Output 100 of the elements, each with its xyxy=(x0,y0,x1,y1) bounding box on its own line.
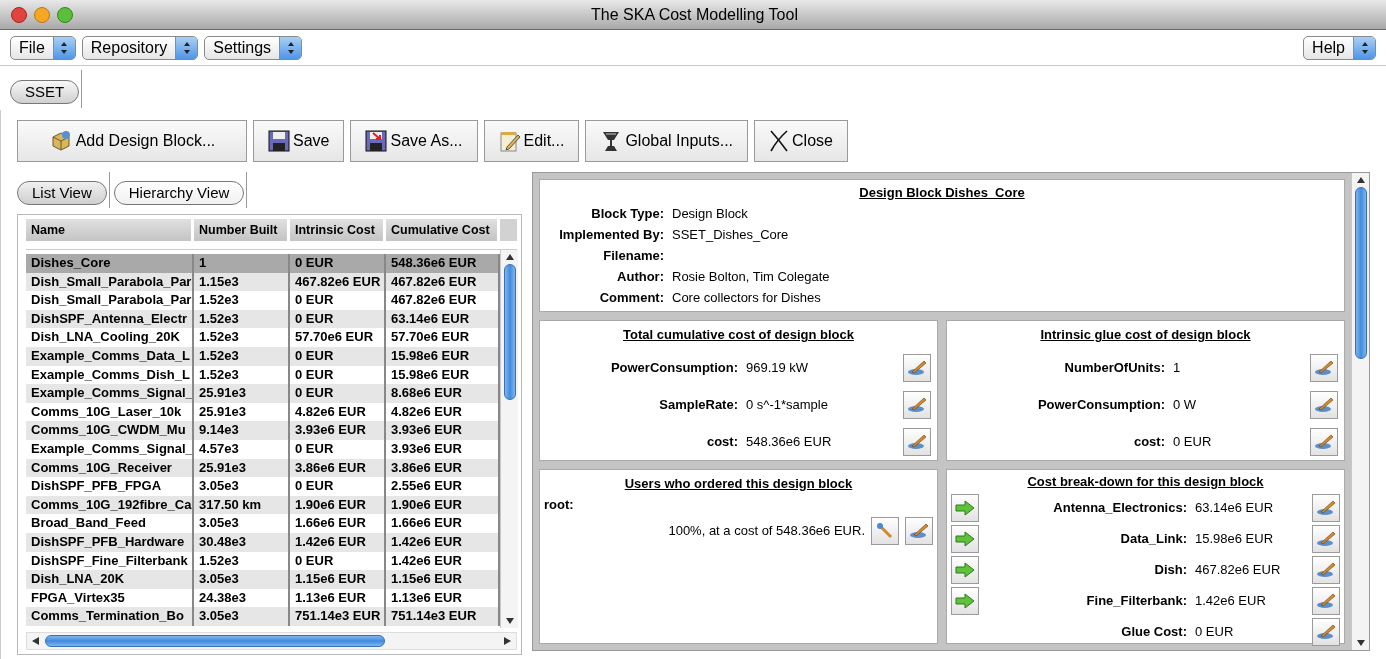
field-label: Implemented By: xyxy=(558,226,665,244)
scroll-thumb[interactable] xyxy=(503,264,516,401)
pen-icon xyxy=(1316,530,1336,548)
edit-button[interactable] xyxy=(1312,525,1340,553)
minimize-window-button[interactable] xyxy=(34,6,50,23)
field-value: 0 EUR xyxy=(1173,432,1212,451)
stepper-arrows-icon xyxy=(1360,40,1369,55)
notepad-pencil-icon xyxy=(498,130,521,152)
pen-icon xyxy=(907,432,927,451)
toolbar-button[interactable]: Save xyxy=(253,120,345,162)
field-label: Comment: xyxy=(598,289,665,307)
stepper-arrows-icon xyxy=(286,40,295,55)
field-value: 467.82e6 EUR xyxy=(1195,561,1281,580)
field-label: NumberOfUnits: xyxy=(1063,358,1166,377)
column-header[interactable]: Cumulative Cost xyxy=(386,219,500,241)
field-label: PowerConsumption: xyxy=(609,358,739,377)
table-row[interactable]: Comms_Termination_Bo 3.05e3 751.14e3 EUR 751.14e3 EUR xyxy=(26,607,500,626)
right-arrow-icon xyxy=(955,500,975,516)
edit-button[interactable] xyxy=(1310,353,1338,382)
toolbar-button[interactable]: Add Design Block... xyxy=(17,120,247,162)
table-row[interactable]: Comms_10G_CWDM_Mu 9.14e3 3.93e6 EUR 3.93e6 EUR xyxy=(26,421,500,440)
table-row[interactable]: Dishes_Core 1 0 EUR 548.36e6 EUR xyxy=(26,254,500,273)
edit-button[interactable] xyxy=(1310,427,1338,456)
field-label: Author: xyxy=(616,268,665,286)
pen-icon xyxy=(1316,623,1336,641)
pen-icon xyxy=(1316,592,1336,610)
field-value: 0 W xyxy=(1173,395,1197,414)
field-label: Antenna_Electronics: xyxy=(1052,499,1188,518)
table-cell: Comms_Termination_Bo xyxy=(26,607,194,626)
pen-icon xyxy=(907,358,927,377)
pen-icon xyxy=(907,395,927,414)
field-value: SSET_Dishes_Core xyxy=(672,226,789,244)
field-label: Filename: xyxy=(602,247,665,265)
field-value: 15.98e6 EUR xyxy=(1195,530,1274,549)
field-value: 1 xyxy=(1173,358,1181,377)
arrow-button[interactable] xyxy=(951,525,979,553)
panel-title: Cost break-down for this design block xyxy=(1027,473,1264,489)
arrow-button[interactable] xyxy=(951,494,979,522)
scroll-thumb[interactable] xyxy=(45,635,385,647)
column-header[interactable]: Intrinsic Cost xyxy=(290,219,386,241)
field-value: 548.36e6 EUR xyxy=(746,432,832,451)
right-arrow-icon xyxy=(955,562,975,578)
field-value: Design Block xyxy=(672,205,748,223)
field-label: Block Type: xyxy=(590,205,665,223)
right-arrow-icon xyxy=(955,593,975,609)
edit-button[interactable] xyxy=(903,353,931,382)
menu-dropdown[interactable]: Repository xyxy=(81,35,199,60)
arrow-button[interactable] xyxy=(951,556,979,584)
stepper-arrows-icon xyxy=(60,40,69,55)
order-text: 100%, at a cost of 548.36e6 EUR. xyxy=(668,521,865,540)
edit-button[interactable] xyxy=(903,390,931,419)
field-label: Data_Link: xyxy=(1119,530,1188,549)
edit-button[interactable] xyxy=(903,427,931,456)
pen-icon xyxy=(1316,499,1336,517)
menu-dropdown[interactable]: Settings xyxy=(204,35,303,60)
pen-icon xyxy=(1314,358,1334,377)
menu-dropdown[interactable]: File xyxy=(10,35,76,60)
field-value: 63.14e6 EUR xyxy=(1195,499,1274,518)
field-label: Fine_Filterbank: xyxy=(1085,592,1188,611)
inspect-button[interactable] xyxy=(871,516,899,545)
toolbar-button[interactable]: Global Inputs... xyxy=(585,120,749,162)
field-value: 0 s^-1*sample xyxy=(746,395,828,414)
zoom-window-button[interactable] xyxy=(57,6,73,23)
column-header[interactable]: Name xyxy=(26,219,194,241)
field-label: PowerConsumption: xyxy=(1036,395,1166,414)
field-label: Dish: xyxy=(1153,561,1188,580)
table-row[interactable]: Dish_LNA_20K 3.05e3 1.15e6 EUR 1.15e6 EUR xyxy=(26,570,500,589)
toolbar-button[interactable]: Edit... xyxy=(483,120,580,162)
stepper-arrows-icon xyxy=(182,40,191,55)
panel-title: Design Block Dishes_Core xyxy=(859,185,1025,200)
field-label: Glue Cost: xyxy=(1120,623,1188,642)
edit-button[interactable] xyxy=(905,516,933,545)
close-window-button[interactable] xyxy=(11,6,27,23)
edit-button[interactable] xyxy=(1312,556,1340,584)
field-label: cost: xyxy=(705,432,739,451)
view-tab[interactable]: List View xyxy=(17,181,107,205)
panel-title: Total cumulative cost of design block xyxy=(623,327,854,342)
window-title: The SKA Cost Modelling Tool xyxy=(591,5,798,23)
toolbar-button[interactable]: Save As... xyxy=(350,120,478,162)
vertical-scrollbar[interactable] xyxy=(1351,173,1369,650)
field-value: Core collectors for Dishes xyxy=(672,289,821,307)
pen-icon xyxy=(909,521,929,540)
document-tab[interactable]: SSET xyxy=(10,80,80,104)
view-tab[interactable]: Hierarchy View xyxy=(113,181,245,205)
arrow-button[interactable] xyxy=(951,587,979,615)
edit-button[interactable] xyxy=(1312,587,1340,615)
table-cell: 751.14e3 EUR xyxy=(290,607,386,626)
edit-button[interactable] xyxy=(1312,618,1340,646)
vertical-scrollbar[interactable] xyxy=(500,250,518,628)
scroll-thumb[interactable] xyxy=(1354,187,1367,359)
toolbar-button[interactable]: Close xyxy=(754,120,848,162)
edit-button[interactable] xyxy=(1312,494,1340,522)
user-label: root: xyxy=(544,496,574,514)
pen-icon xyxy=(1314,395,1334,414)
edit-button[interactable] xyxy=(1310,390,1338,419)
horizontal-scrollbar[interactable] xyxy=(26,632,517,650)
field-value: 1.42e6 EUR xyxy=(1195,592,1266,611)
column-header[interactable]: Number Built xyxy=(194,219,290,241)
menu-dropdown[interactable]: Help xyxy=(1303,35,1376,60)
field-value: 0 EUR xyxy=(1195,623,1234,642)
